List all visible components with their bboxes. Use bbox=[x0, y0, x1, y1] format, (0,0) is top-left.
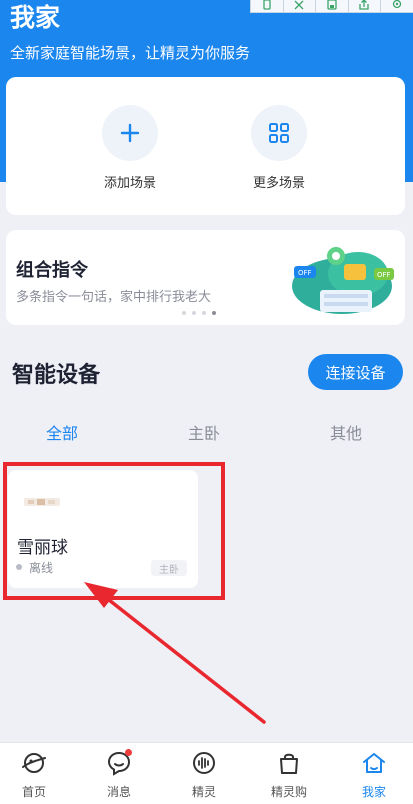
planet-icon bbox=[0, 749, 74, 777]
notification-badge bbox=[125, 749, 132, 756]
scissors-icon[interactable] bbox=[282, 0, 315, 13]
voice-wave-icon bbox=[164, 749, 244, 777]
tab-messages-label: 消息 bbox=[106, 785, 131, 799]
combo-subtitle: 多条指令一句话，家中排行我老大 bbox=[16, 290, 212, 305]
smart-home-illustration: OFF OFF bbox=[292, 247, 394, 314]
share-icon[interactable] bbox=[347, 0, 380, 13]
tab-genie-label: 精灵 bbox=[191, 785, 216, 799]
settings-icon[interactable] bbox=[380, 0, 413, 13]
shopping-bag-icon bbox=[249, 749, 329, 777]
carousel-dot bbox=[202, 311, 206, 315]
annotation-highlight-box bbox=[3, 462, 225, 600]
tab-master-bedroom[interactable]: 主卧 bbox=[188, 420, 220, 444]
page-subtitle: 全新家庭智能场景，让精灵为你服务 bbox=[10, 44, 251, 62]
add-scene-button[interactable]: 添加场景 bbox=[75, 105, 185, 191]
bottom-tab-bar: 首页 消息 精灵 精灵购 我家 bbox=[0, 742, 413, 804]
tab-home-label: 首页 bbox=[21, 785, 46, 799]
scene-card: 添加场景 更多场景 bbox=[6, 77, 405, 215]
tab-other[interactable]: 其他 bbox=[330, 420, 362, 444]
combo-command-banner[interactable]: 组合指令 多条指令一句话，家中排行我老大 OFF OFF bbox=[6, 230, 405, 325]
combo-title: 组合指令 bbox=[16, 260, 88, 281]
chat-bubble-icon bbox=[79, 749, 159, 777]
tab-messages[interactable]: 消息 bbox=[79, 749, 159, 800]
connect-device-button[interactable]: 连接设备 bbox=[308, 354, 403, 390]
add-scene-label: 添加场景 bbox=[103, 176, 156, 191]
more-scenes-button[interactable]: 更多场景 bbox=[224, 105, 334, 191]
smart-devices-title: 智能设备 bbox=[12, 363, 101, 388]
page-title: 我家 bbox=[10, 3, 61, 32]
off-label-2: OFF bbox=[377, 271, 391, 279]
carousel-dot bbox=[192, 311, 196, 315]
tab-all[interactable]: 全部 bbox=[46, 420, 78, 444]
home-icon bbox=[334, 749, 413, 777]
tablet-icon[interactable] bbox=[250, 0, 283, 13]
tab-shop-label: 精灵购 bbox=[270, 785, 307, 799]
carousel-dots bbox=[182, 311, 216, 315]
grid-icon bbox=[251, 105, 307, 161]
tab-my-home-label: 我家 bbox=[361, 785, 386, 799]
tab-home[interactable]: 首页 bbox=[0, 749, 74, 800]
tab-shop[interactable]: 精灵购 bbox=[249, 749, 329, 800]
off-label-1: OFF bbox=[298, 269, 312, 277]
device-room-tabs: 全部 主卧 其他 bbox=[0, 420, 413, 446]
plus-icon bbox=[102, 105, 158, 161]
tab-genie[interactable]: 精灵 bbox=[164, 749, 244, 800]
more-scenes-label: 更多场景 bbox=[252, 176, 305, 191]
tab-my-home[interactable]: 我家 bbox=[334, 749, 413, 800]
save-icon[interactable] bbox=[315, 0, 348, 13]
screenshot-toolbar bbox=[250, 0, 413, 13]
carousel-dot bbox=[182, 311, 186, 315]
carousel-dot-active bbox=[212, 311, 216, 315]
